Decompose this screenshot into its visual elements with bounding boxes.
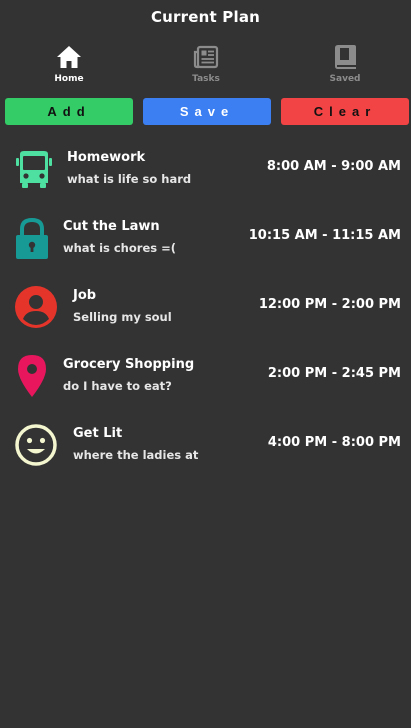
newspaper-icon: [193, 45, 219, 69]
plan-item-subtitle: do I have to eat?: [63, 379, 172, 393]
home-icon: [57, 46, 81, 68]
smiley-icon: [15, 424, 57, 466]
tab-home[interactable]: Home: [24, 44, 114, 84]
plan-item-time: 8:00 AM - 9:00 AM: [266, 159, 401, 174]
tab-home-label: Home: [54, 74, 84, 84]
clear-button[interactable]: Clear: [281, 98, 409, 125]
plan-item-title: Get Lit: [73, 426, 123, 441]
plan-item-subtitle: Selling my soul: [73, 310, 172, 324]
plan-item-subtitle: where the ladies at: [73, 448, 199, 462]
plan-item-time: 12:00 PM - 2:00 PM: [258, 297, 401, 312]
plan-item[interactable]: Grocery Shopping do I have to eat? 2:00 …: [0, 351, 411, 411]
plan-item[interactable]: Cut the Lawn what is chores =( 10:15 AM …: [0, 213, 411, 273]
plan-item-title: Cut the Lawn: [63, 219, 160, 234]
save-button[interactable]: Save: [143, 98, 271, 125]
plan-item-time: 2:00 PM - 2:45 PM: [267, 366, 401, 381]
book-icon: [335, 45, 356, 69]
person-icon: [15, 286, 57, 328]
tab-tasks[interactable]: Tasks: [161, 44, 251, 84]
plan-item[interactable]: Get Lit where the ladies at 4:00 PM - 8:…: [0, 420, 411, 480]
bus-icon: [16, 151, 52, 188]
plan-item-title: Grocery Shopping: [63, 357, 195, 372]
plan-item[interactable]: Homework what is life so hard 8:00 AM - …: [0, 144, 411, 204]
tab-saved[interactable]: Saved: [300, 44, 390, 84]
page-title: Current Plan: [150, 8, 261, 26]
plan-item[interactable]: Job Selling my soul 12:00 PM - 2:00 PM: [0, 282, 411, 342]
plan-item-subtitle: what is life so hard: [67, 172, 192, 186]
plan-item-title: Job: [73, 288, 97, 303]
tab-bar: Home Tasks Saved: [0, 44, 411, 88]
plan-item-time: 4:00 PM - 8:00 PM: [267, 435, 401, 450]
plan-item-subtitle: what is chores =(: [63, 241, 176, 255]
tab-tasks-label: Tasks: [192, 74, 220, 84]
plan-item-time: 10:15 AM - 11:15 AM: [248, 228, 401, 243]
map-pin-icon: [18, 355, 46, 397]
plan-item-title: Homework: [67, 150, 146, 165]
lock-icon: [16, 217, 48, 259]
add-button[interactable]: Add: [5, 98, 133, 125]
tab-saved-label: Saved: [329, 74, 361, 84]
